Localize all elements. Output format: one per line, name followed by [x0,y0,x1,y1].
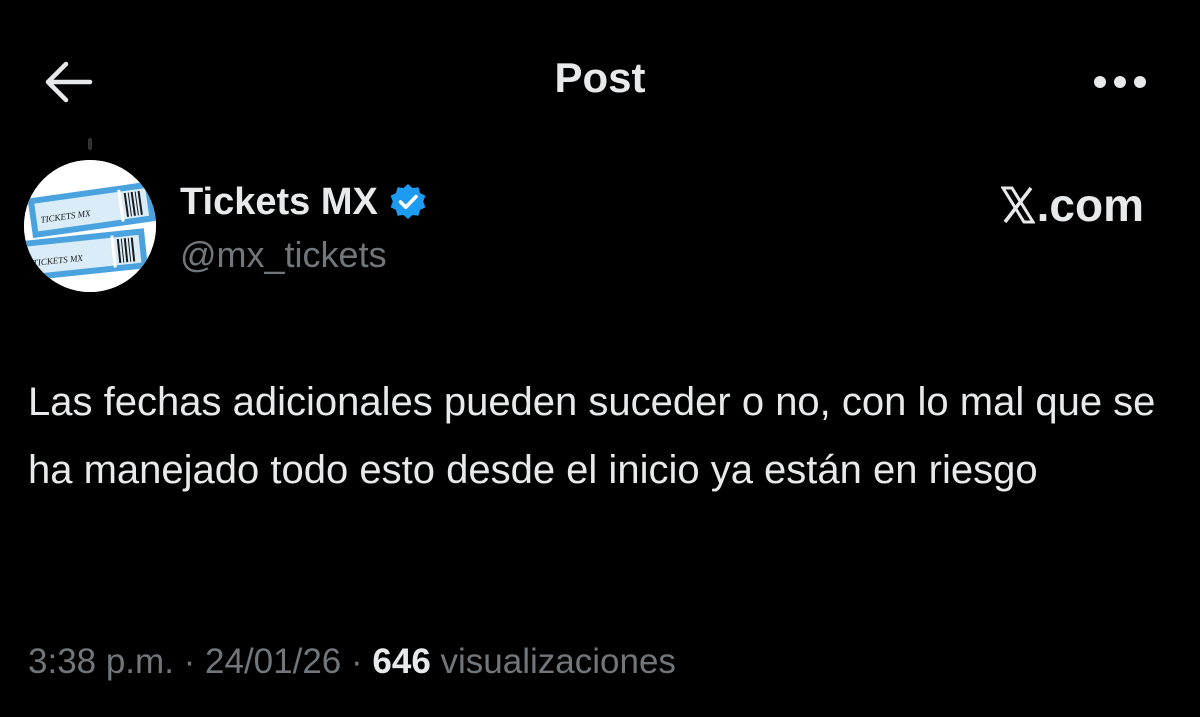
post-date[interactable]: 24/01/26 [205,642,341,681]
x-com-watermark: .com [1000,178,1144,232]
avatar[interactable]: TICKETS MX TICKETS MX [24,160,156,292]
more-horizontal-icon [1094,76,1146,88]
post-meta: 3:38 p.m. · 24/01/26 · 646 visualizacion… [28,642,676,682]
post-time[interactable]: 3:38 p.m. [28,642,174,681]
meta-separator: · [341,642,373,681]
watermark-domain: .com [1036,179,1144,231]
views-count[interactable]: 646 [372,642,430,681]
post-text: Las fechas adicionales pueden suceder o … [28,380,1156,492]
author-handle[interactable]: @mx_tickets [180,234,387,276]
verified-badge-icon [390,184,426,219]
page-title: Post [554,54,646,101]
tickets-logo-icon: TICKETS MX TICKETS MX [24,160,156,292]
views-label: visualizaciones [430,642,676,681]
meta-separator: · [173,642,206,681]
more-options-button[interactable] [1080,56,1160,108]
x-logo-icon [1000,186,1035,224]
thread-connector [88,138,92,150]
author-name[interactable]: Tickets MX [180,181,378,224]
top-bar: Post [0,0,1200,160]
author-name-row: Tickets MX [180,176,428,228]
